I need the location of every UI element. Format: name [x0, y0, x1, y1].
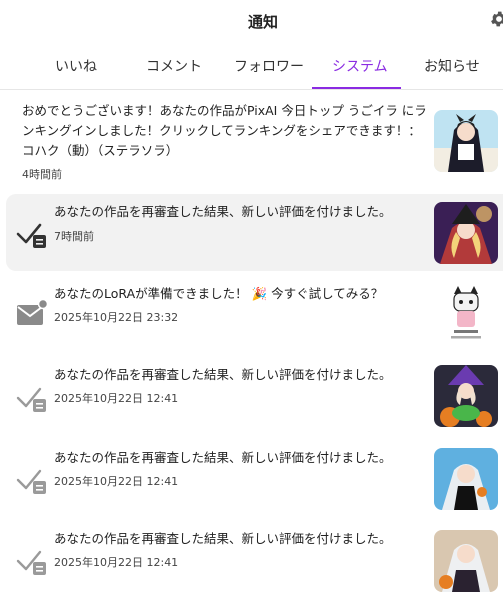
mail-icon: [17, 298, 48, 325]
tab-announcements[interactable]: お知らせ: [424, 56, 480, 76]
notification-time: 2025年10月22日 12:41: [54, 556, 179, 569]
active-tab-indicator: [312, 87, 401, 89]
tab-comments[interactable]: コメント: [146, 56, 202, 76]
notification-item[interactable]: あなたの作品を再審査した結果、新しい評価を付けました。 2025年10月22日 …: [6, 362, 503, 430]
notification-time: 2025年10月22日 12:41: [54, 392, 179, 405]
artwork-thumbnail[interactable]: [434, 202, 498, 264]
page-title: 通知: [247, 13, 278, 31]
check-review-icon: [16, 469, 46, 494]
lora-thumbnail[interactable]: [434, 284, 498, 346]
notification-time: 2025年10月22日 12:41: [54, 475, 179, 488]
check-review-icon: [16, 550, 46, 575]
notification-item[interactable]: あなたのLoRAが準備できました！ 🎉 今すぐ試してみる？ 2025年10月22…: [6, 280, 503, 348]
notification-text: あなたの作品を再審査した結果、新しい評価を付けました。: [54, 531, 392, 546]
artwork-thumbnail[interactable]: [434, 448, 498, 510]
notification-text: あなたの作品を再審査した結果、新しい評価を付けました。: [54, 204, 392, 219]
artwork-thumbnail[interactable]: [434, 365, 498, 427]
notification-item[interactable]: おめでとうございます！あなたの作品がPixAI 今日トップ うごイラ にランキン…: [6, 95, 503, 187]
check-review-icon: [16, 387, 46, 412]
header: 通知: [0, 0, 503, 44]
notification-text: あなたのLoRAが準備できました！ 🎉 今すぐ試してみる？: [54, 286, 384, 301]
artwork-thumbnail[interactable]: [434, 110, 498, 172]
tab-likes[interactable]: いいね: [55, 56, 97, 76]
notification-text: おめでとうございます！あなたの作品がPixAI 今日トップ うごイラ にランキン…: [22, 103, 427, 158]
gear-icon[interactable]: [489, 9, 503, 29]
artwork-thumbnail[interactable]: [434, 530, 498, 592]
notification-item[interactable]: あなたの作品を再審査した結果、新しい評価を付けました。 2025年10月22日 …: [6, 446, 503, 514]
tab-followers[interactable]: フォロワー: [234, 56, 304, 76]
notification-text: あなたの作品を再審査した結果、新しい評価を付けました。: [54, 450, 392, 465]
tab-system[interactable]: システム: [332, 56, 388, 76]
notification-time: 2025年10月22日 23:32: [54, 311, 179, 324]
check-review-icon: [16, 223, 46, 248]
notification-time: 7時間前: [54, 230, 94, 243]
notification-item[interactable]: あなたの作品を再審査した結果、新しい評価を付けました。 2025年10月22日 …: [6, 529, 503, 594]
tab-bar: いいね コメント フォロワー システム お知らせ: [0, 44, 503, 90]
notification-time: 4時間前: [22, 168, 62, 181]
notification-text: あなたの作品を再審査した結果、新しい評価を付けました。: [54, 367, 392, 382]
notification-item[interactable]: あなたの作品を再審査した結果、新しい評価を付けました。 7時間前: [6, 194, 503, 271]
